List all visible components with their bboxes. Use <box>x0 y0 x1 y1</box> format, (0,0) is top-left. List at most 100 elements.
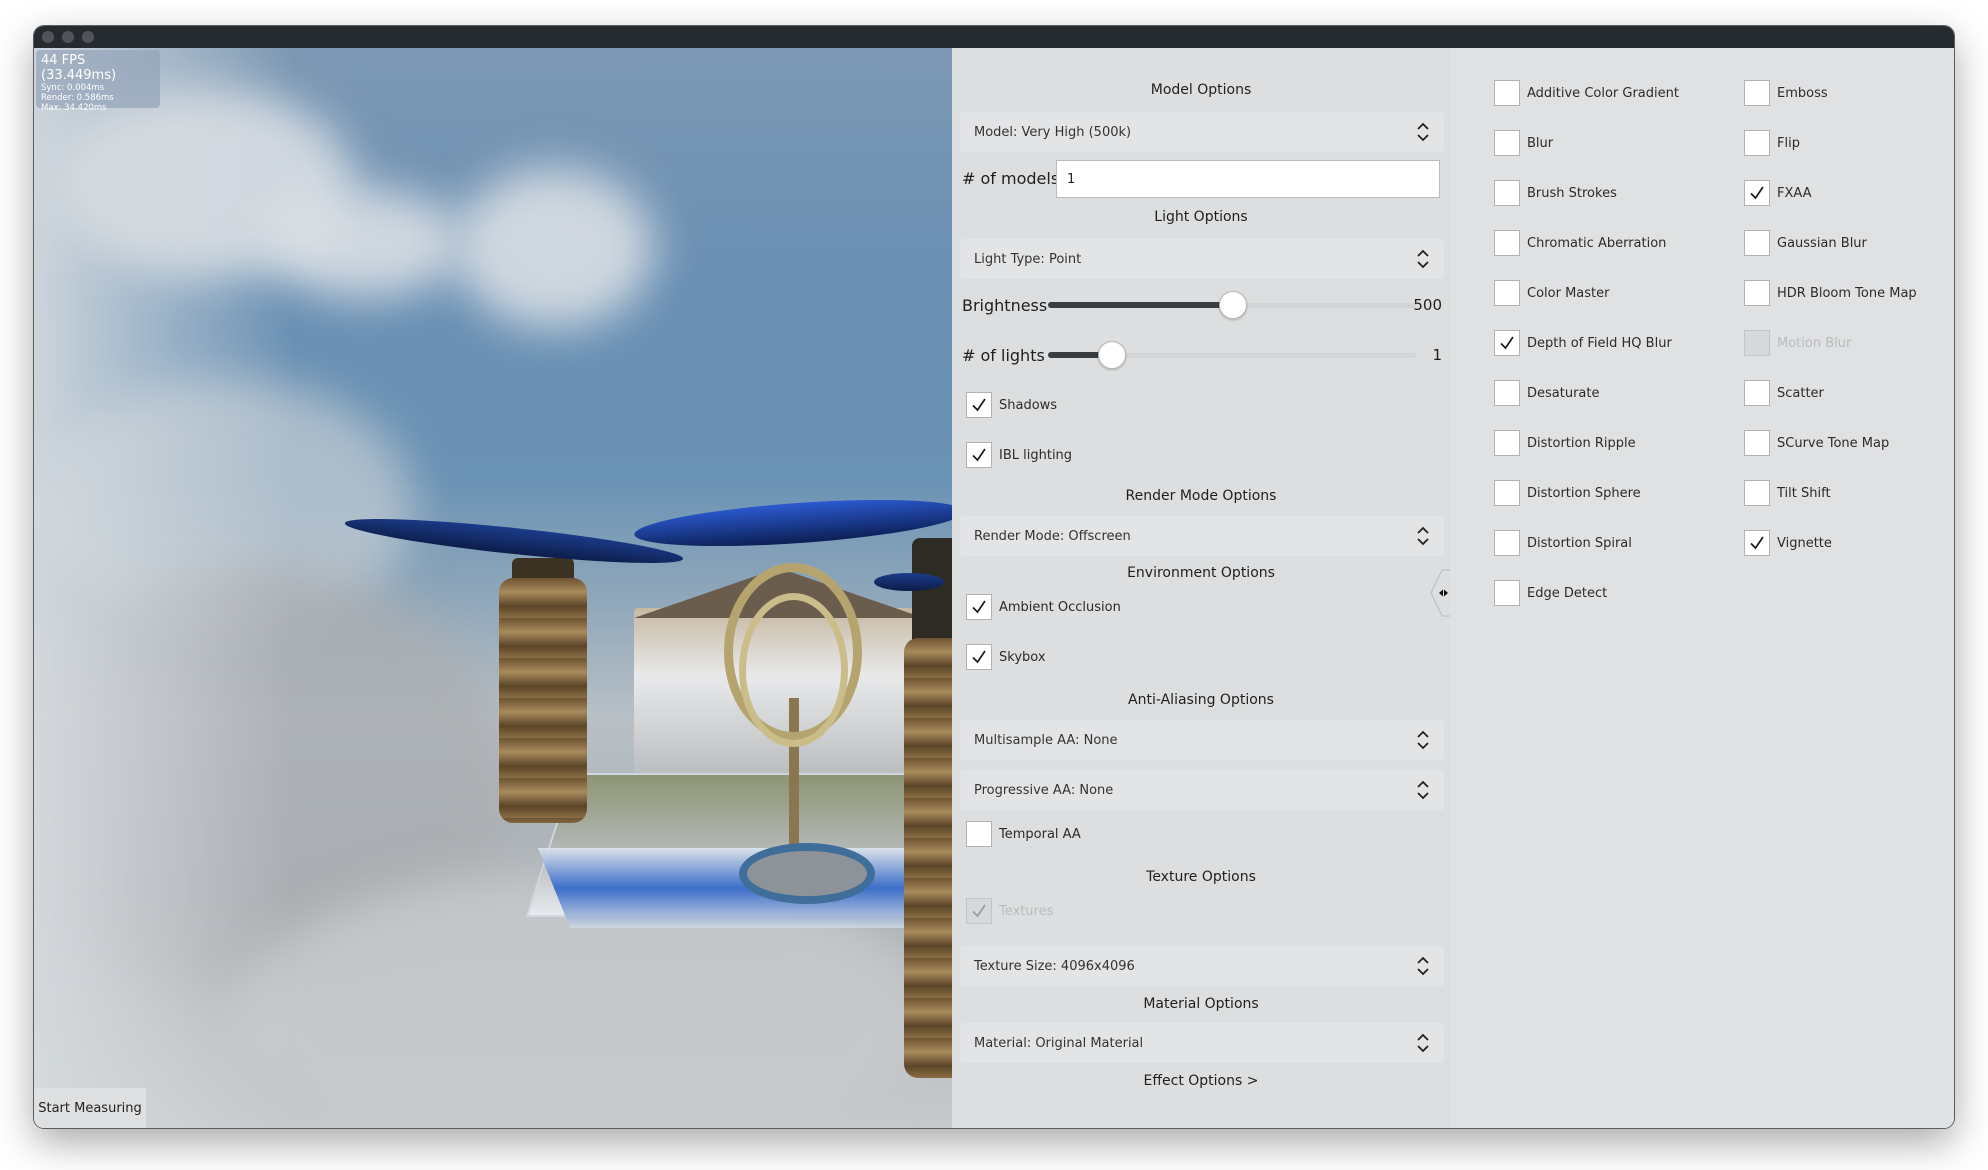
checkbox-box[interactable] <box>1744 530 1770 556</box>
checkbox-box[interactable] <box>1494 330 1520 356</box>
checkmark-icon <box>972 904 986 918</box>
effect-scatter-checkbox[interactable]: Scatter <box>1744 379 1824 407</box>
up-down-chevron-icon <box>1417 249 1429 269</box>
up-down-chevron-icon <box>1417 122 1429 142</box>
multisample-aa-select[interactable]: Multisample AA: None <box>960 720 1444 760</box>
progressive-aa-select[interactable]: Progressive AA: None <box>960 770 1444 810</box>
effect-additive-color-gradient-checkbox[interactable]: Additive Color Gradient <box>1494 79 1679 107</box>
checkbox-box[interactable] <box>1494 130 1520 156</box>
models-count-input[interactable] <box>1056 160 1440 198</box>
brightness-value: 500 <box>1413 296 1442 314</box>
checkbox-box[interactable] <box>1494 80 1520 106</box>
texture-size-select[interactable]: Texture Size: 4096x4096 <box>960 946 1444 986</box>
zoom-window-button[interactable] <box>82 31 94 43</box>
checkbox-label: Motion Blur <box>1777 335 1852 351</box>
effect-blur-checkbox[interactable]: Blur <box>1494 129 1553 157</box>
model-select[interactable]: Model: Very High (500k) <box>960 112 1444 152</box>
brightness-slider[interactable] <box>1048 290 1416 320</box>
checkbox-box <box>966 898 992 924</box>
anti-aliasing-heading: Anti-Aliasing Options <box>1128 692 1274 708</box>
checkbox-label: Shadows <box>999 397 1058 413</box>
checkbox-box[interactable] <box>1744 430 1770 456</box>
checkbox-box[interactable] <box>1494 280 1520 306</box>
models-count-label: # of models <box>962 169 1060 188</box>
checkbox-box[interactable] <box>966 442 992 468</box>
cloud <box>454 168 654 328</box>
effect-edge-detect-checkbox[interactable]: Edge Detect <box>1494 579 1607 607</box>
checkbox-label: Emboss <box>1777 85 1828 101</box>
effect-fxaa-checkbox[interactable]: FXAA <box>1744 179 1812 207</box>
up-down-chevron-icon <box>1417 780 1429 800</box>
checkbox-box[interactable] <box>966 392 992 418</box>
effect-tilt-shift-checkbox[interactable]: Tilt Shift <box>1744 479 1831 507</box>
effect-scurve-tone-map-checkbox[interactable]: SCurve Tone Map <box>1744 429 1889 457</box>
checkbox-box[interactable] <box>1494 180 1520 206</box>
checkbox-label: Distortion Ripple <box>1527 435 1636 451</box>
checkbox-box[interactable] <box>966 644 992 670</box>
effect-vignette-checkbox[interactable]: Vignette <box>1744 529 1832 557</box>
up-down-chevron-icon <box>1417 1033 1429 1053</box>
slider-thumb[interactable] <box>1097 341 1126 369</box>
textures-checkbox: Textures <box>966 897 1053 925</box>
checkbox-box[interactable] <box>1744 280 1770 306</box>
checkbox-label: Blur <box>1527 135 1554 151</box>
checkbox-box[interactable] <box>1744 130 1770 156</box>
checkbox-box[interactable] <box>1744 80 1770 106</box>
effect-chromatic-aberration-checkbox[interactable]: Chromatic Aberration <box>1494 229 1666 257</box>
checkbox-box[interactable] <box>1744 480 1770 506</box>
checkbox-label: Vignette <box>1777 535 1832 551</box>
start-measuring-button[interactable]: Start Measuring <box>34 1088 146 1128</box>
fog-haze <box>34 48 294 1128</box>
effect-options-link[interactable]: Effect Options > <box>952 1073 1450 1089</box>
effect-gaussian-blur-checkbox[interactable]: Gaussian Blur <box>1744 229 1867 257</box>
effect-distortion-sphere-checkbox[interactable]: Distortion Sphere <box>1494 479 1641 507</box>
checkbox-label: Desaturate <box>1527 385 1600 401</box>
checkbox-box[interactable] <box>1494 480 1520 506</box>
effect-emboss-checkbox[interactable]: Emboss <box>1744 79 1828 107</box>
shadows-checkbox[interactable]: Shadows <box>966 391 1057 419</box>
checkbox-box[interactable] <box>1744 180 1770 206</box>
checkbox-label: IBL lighting <box>999 447 1073 463</box>
checkbox-box[interactable] <box>1494 380 1520 406</box>
checkbox-box[interactable] <box>1494 430 1520 456</box>
checkbox-label: Edge Detect <box>1527 585 1608 601</box>
checkmark-icon <box>972 448 986 462</box>
checkbox-label: Distortion Spiral <box>1527 535 1632 551</box>
effect-depth-of-field-hq-blur-checkbox[interactable]: Depth of Field HQ Blur <box>1494 329 1672 357</box>
effect-brush-strokes-checkbox[interactable]: Brush Strokes <box>1494 179 1617 207</box>
ambient-occlusion-checkbox[interactable]: Ambient Occlusion <box>966 593 1121 621</box>
checkbox-box[interactable] <box>966 821 992 847</box>
sync-time: Sync: 0.004ms <box>41 83 105 93</box>
up-down-chevron-icon <box>1417 526 1429 546</box>
checkbox-box[interactable] <box>1744 380 1770 406</box>
skybox-checkbox[interactable]: Skybox <box>966 643 1046 671</box>
checkbox-label: Distortion Sphere <box>1527 485 1641 501</box>
effect-distortion-ripple-checkbox[interactable]: Distortion Ripple <box>1494 429 1636 457</box>
texture-size-value: Texture Size: 4096x4096 <box>974 958 1135 974</box>
effect-desaturate-checkbox[interactable]: Desaturate <box>1494 379 1600 407</box>
checkbox-box[interactable] <box>1494 230 1520 256</box>
render-viewport[interactable]: 44 FPS (33.449ms) Sync: 0.004ms Render: … <box>34 48 952 1128</box>
checkbox-box[interactable] <box>1494 580 1520 606</box>
lights-count-slider[interactable] <box>1048 340 1416 370</box>
collapse-panel-icon[interactable] <box>1428 568 1452 618</box>
material-select[interactable]: Material: Original Material <box>960 1023 1444 1063</box>
slider-thumb[interactable] <box>1219 291 1247 319</box>
checkbox-box[interactable] <box>1494 530 1520 556</box>
light-type-select[interactable]: Light Type: Point <box>960 239 1444 279</box>
minimize-window-button[interactable] <box>62 31 74 43</box>
effect-motion-blur-checkbox: Motion Blur <box>1744 329 1851 357</box>
effect-distortion-spiral-checkbox[interactable]: Distortion Spiral <box>1494 529 1632 557</box>
scene-tower <box>904 638 952 1078</box>
checkmark-icon <box>972 398 986 412</box>
effect-color-master-checkbox[interactable]: Color Master <box>1494 279 1609 307</box>
effect-hdr-bloom-tone-map-checkbox[interactable]: HDR Bloom Tone Map <box>1744 279 1917 307</box>
temporal-aa-checkbox[interactable]: Temporal AA <box>966 820 1081 848</box>
checkbox-box[interactable] <box>966 594 992 620</box>
checkbox-box[interactable] <box>1744 230 1770 256</box>
effect-flip-checkbox[interactable]: Flip <box>1744 129 1800 157</box>
ibl-lighting-checkbox[interactable]: IBL lighting <box>966 441 1072 469</box>
settings-panel: Model Options Model: Very High (500k) # … <box>952 48 1450 1128</box>
close-window-button[interactable] <box>42 31 54 43</box>
render-mode-select[interactable]: Render Mode: Offscreen <box>960 516 1444 556</box>
